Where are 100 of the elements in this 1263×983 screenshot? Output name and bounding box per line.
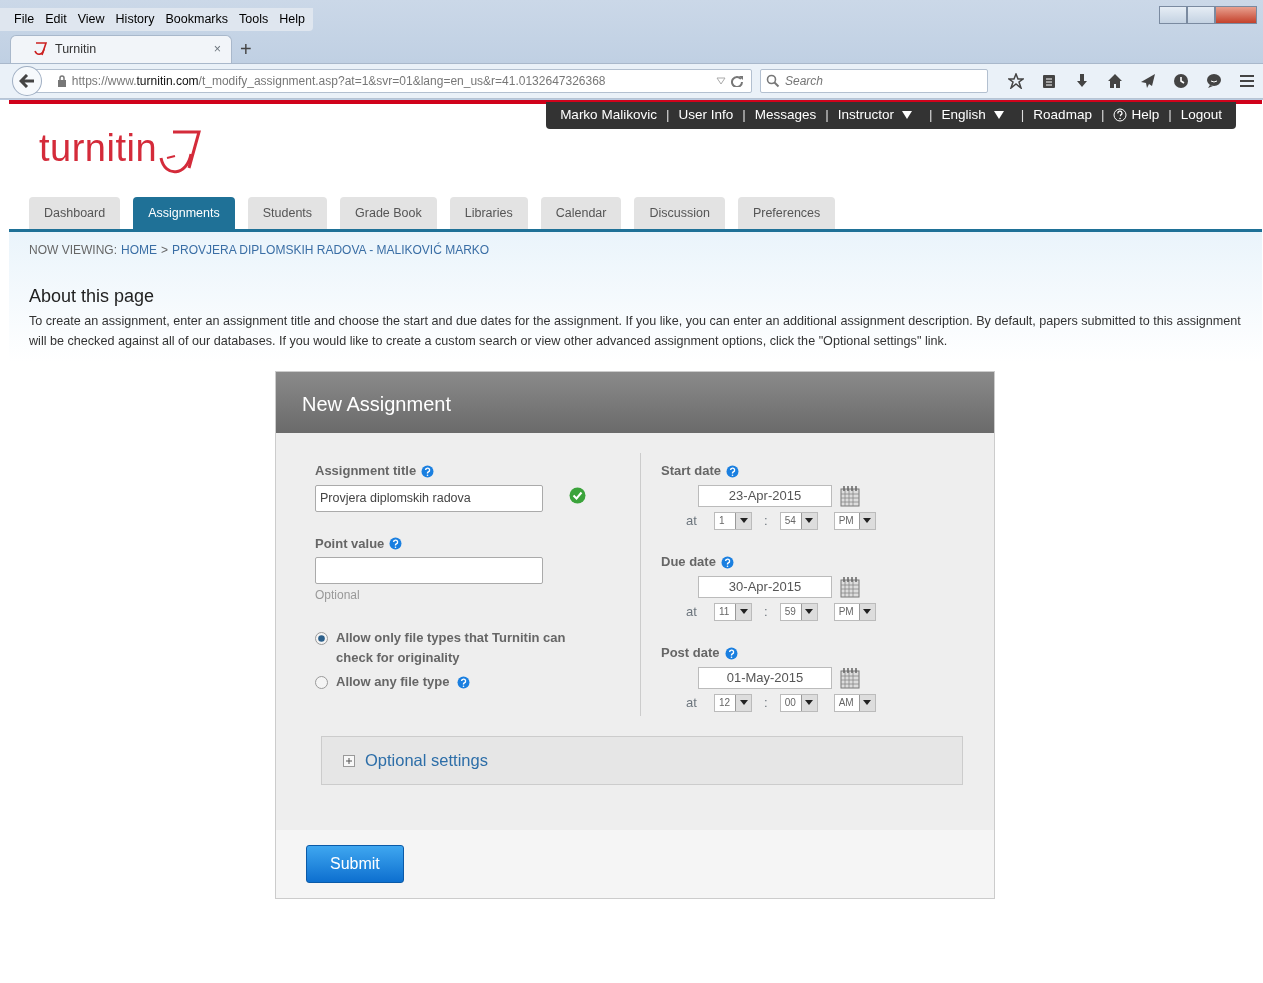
text-field[interactable]: Provjera diplomskih radova: [315, 484, 543, 512]
reload-icon[interactable]: [731, 74, 743, 87]
menu-item[interactable]: View: [77, 10, 105, 29]
caret-icon: [805, 700, 814, 706]
nav-tab[interactable]: Assignments: [133, 197, 235, 229]
dropdown-select[interactable]: 1: [714, 511, 752, 530]
menu-item[interactable]: File: [14, 10, 35, 29]
caret-icon: [902, 111, 913, 120]
logo-text: turnitin: [39, 128, 158, 170]
clipboard-icon[interactable]: [1041, 72, 1057, 89]
close-button[interactable]: [1215, 6, 1257, 24]
nav-tab[interactable]: Discussion: [634, 197, 725, 229]
breadcrumb-label: NOW VIEWING:: [29, 241, 117, 259]
new-tab-button[interactable]: +: [240, 33, 252, 64]
optional-settings-toggle[interactable]: Optional settings: [321, 736, 963, 786]
breadcrumb-link[interactable]: PROVJERA DIPLOMSKIH RADOVA - MALIKOVIĆ MARKO: [172, 240, 490, 259]
help-icon[interactable]: [389, 537, 403, 551]
dropdown-select[interactable]: 00: [779, 693, 818, 712]
time-label: at: [686, 511, 698, 530]
description-text: To create an assignment, enter an assignment title and choose the start and due dates for the assignment. If you like, you can enter an additional assignment description. By default, papers submitted to this assignment will be checked against all of our databases. If you would like to create a custom search or view other advanced assignment options, click the "Optional settings" link.: [29, 313, 1242, 351]
tab-close-button[interactable]: ×: [213, 39, 221, 59]
browser-tab[interactable]: Turnitin ×: [10, 34, 232, 63]
menu-item[interactable]: Edit: [45, 10, 67, 29]
date-field[interactable]: 30-Apr-2015: [698, 575, 832, 598]
nav-tab[interactable]: Calendar: [540, 197, 622, 229]
help-icon[interactable]: [724, 646, 738, 660]
home-icon[interactable]: [1107, 72, 1123, 89]
dropdown-select[interactable]: 54: [779, 511, 818, 530]
back-arrow-icon: [18, 73, 35, 88]
star-icon[interactable]: [1008, 72, 1024, 89]
breadcrumb-link[interactable]: HOME: [121, 240, 157, 259]
submit-button[interactable]: Submit: [306, 845, 404, 884]
time-separator: :: [763, 602, 769, 621]
nav-link[interactable]: Instructor: [837, 105, 913, 126]
nav-tab[interactable]: Grade Book: [340, 197, 437, 229]
option-label: Allow only file types that Turnitin can check for originality: [336, 629, 567, 668]
dropdown-select[interactable]: PM: [833, 511, 876, 530]
calendar-icon[interactable]: [840, 484, 860, 507]
nav-link[interactable]: Roadmap: [1033, 105, 1092, 126]
nav-tab[interactable]: Libraries: [449, 197, 528, 229]
back-button[interactable]: [12, 65, 42, 96]
nav-link[interactable]: English: [941, 105, 1004, 126]
dropdown-select[interactable]: 59: [779, 602, 818, 621]
help-icon[interactable]: [457, 675, 471, 689]
nav-tab[interactable]: Dashboard: [29, 197, 121, 229]
caret-icon: [805, 518, 814, 524]
nav-tab[interactable]: Students: [247, 197, 328, 229]
search-field[interactable]: Search: [760, 68, 988, 93]
paper-plane-icon[interactable]: [1140, 72, 1156, 89]
field-label: Post date: [661, 644, 720, 663]
help-icon[interactable]: [421, 464, 435, 478]
field-label: Point value: [315, 534, 385, 553]
nav-link[interactable]: Messages: [754, 105, 817, 126]
caret-icon: [739, 609, 748, 615]
restore-button[interactable]: [1187, 6, 1215, 24]
text-field[interactable]: [315, 557, 543, 585]
download-icon[interactable]: [1074, 72, 1090, 89]
field-label: Start date: [661, 462, 721, 481]
dropdown-select[interactable]: 11: [714, 602, 752, 621]
radio-button[interactable]: [315, 632, 328, 646]
dropdown-icon[interactable]: [716, 76, 726, 85]
nav-link[interactable]: User Info: [678, 105, 734, 126]
lock-icon: [56, 74, 67, 87]
separator: |: [825, 106, 829, 124]
calendar-icon[interactable]: [840, 666, 860, 689]
minimize-button[interactable]: [1159, 6, 1187, 24]
time-label: at: [686, 602, 698, 621]
history-icon[interactable]: [1173, 72, 1189, 89]
radio-button[interactable]: [315, 676, 328, 690]
nav-link[interactable]: Logout: [1180, 105, 1222, 126]
separator: |: [742, 106, 746, 124]
panel-title: New Assignment: [276, 372, 994, 434]
dropdown-select[interactable]: PM: [833, 602, 876, 621]
logo-icon: [33, 41, 49, 58]
chat-icon[interactable]: [1206, 72, 1222, 89]
menu-item[interactable]: History: [115, 10, 155, 29]
date-field[interactable]: 23-Apr-2015: [698, 484, 832, 507]
separator: |: [1020, 106, 1025, 124]
date-field[interactable]: 01-May-2015: [698, 666, 832, 689]
separator: |: [929, 106, 933, 124]
nav-link[interactable]: Help: [1113, 105, 1160, 126]
nav-link[interactable]: Marko Malikovic: [560, 105, 657, 126]
help-icon[interactable]: [720, 555, 734, 569]
dropdown-select[interactable]: 12: [714, 693, 752, 712]
separator: |: [1100, 106, 1105, 124]
menu-item[interactable]: Bookmarks: [165, 10, 228, 29]
separator: |: [665, 106, 670, 124]
menu-icon[interactable]: [1239, 72, 1255, 89]
caret-icon: [863, 518, 872, 524]
dropdown-select[interactable]: AM: [833, 693, 876, 712]
calendar-icon[interactable]: [840, 575, 860, 598]
menu-item[interactable]: Tools: [239, 10, 269, 29]
separator: |: [1168, 106, 1172, 124]
caret-icon: [863, 609, 872, 615]
help-icon: [1113, 108, 1128, 123]
field-label: Due date: [661, 553, 716, 572]
menu-item[interactable]: Help: [279, 10, 305, 29]
nav-tab[interactable]: Preferences: [737, 197, 836, 229]
caret-icon: [739, 700, 748, 706]
help-icon[interactable]: [725, 464, 739, 478]
